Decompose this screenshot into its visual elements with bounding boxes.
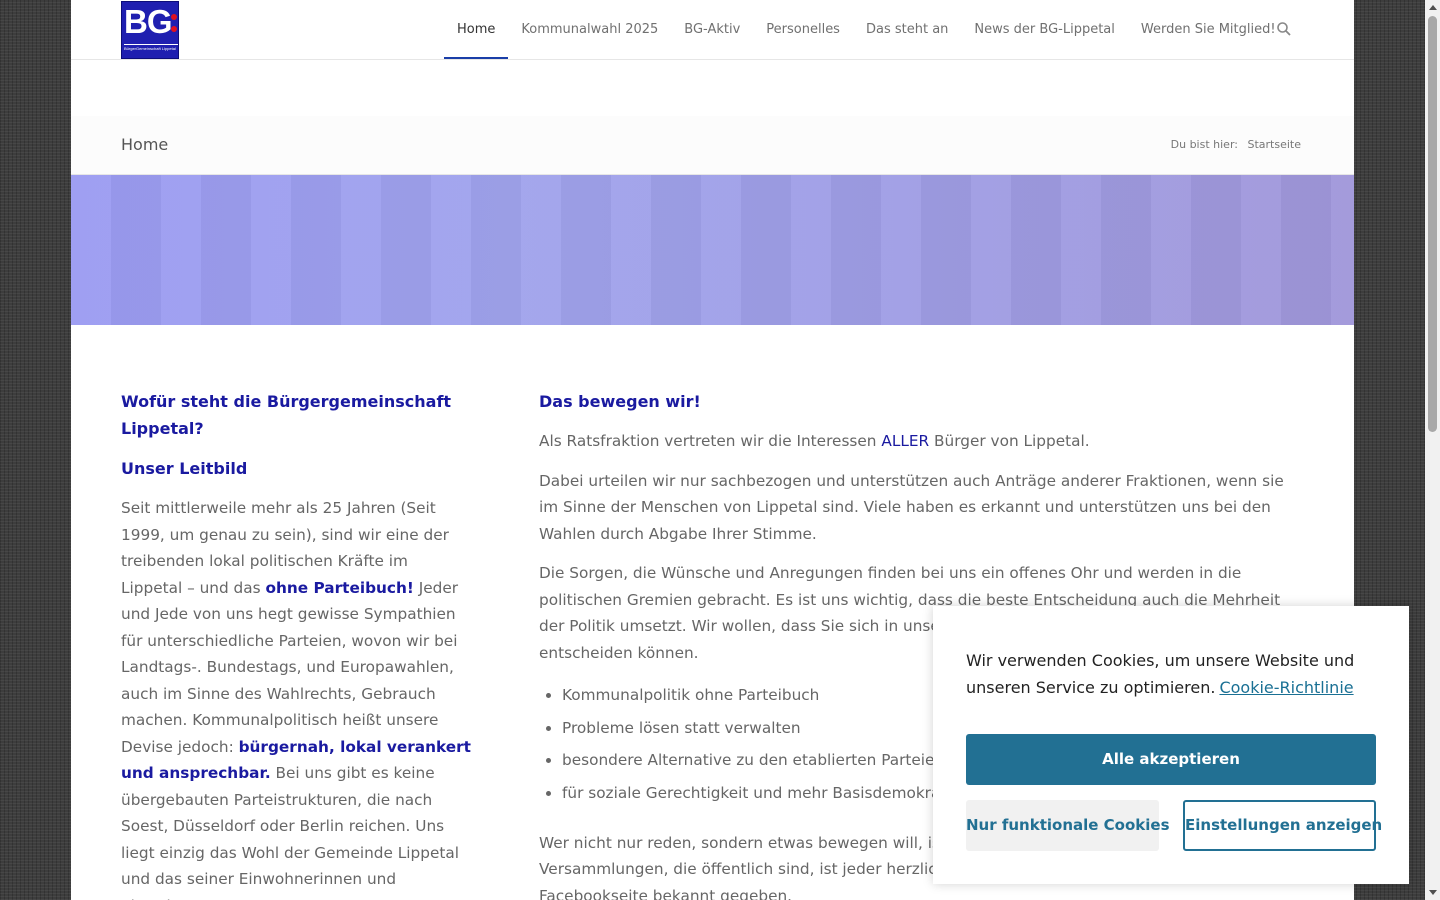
hero-banner [71, 175, 1354, 325]
accept-all-button[interactable]: Alle akzeptieren [966, 734, 1376, 785]
scroll-up-arrow-icon[interactable] [1429, 5, 1437, 10]
left-column: Wofür steht die Bürgergemeinschaft Lippe… [121, 388, 471, 900]
site-header: BG BürgerGemeinschaft Lippetal Home Komm… [71, 0, 1354, 117]
nav-item-mitglied[interactable]: Werden Sie Mitglied! [1128, 0, 1289, 59]
logo-dots [171, 14, 177, 34]
cookie-banner: Wir verwenden Cookies, um unsere Website… [933, 606, 1409, 884]
main-nav: Home Kommunalwahl 2025 BG-Aktiv Personel… [444, 0, 1289, 59]
highlight-parteibuch: ohne Parteibuch! [265, 578, 414, 597]
search-icon[interactable] [1276, 21, 1294, 39]
right-paragraph-2: Dabei urteilen wir nur sachbezogen und u… [539, 471, 1284, 543]
title-bar: Home Du bist hier: Startseite [71, 116, 1354, 175]
left-heading: Wofür steht die Bürgergemeinschaft Lippe… [121, 392, 452, 438]
page-scrollbar[interactable] [1425, 0, 1440, 900]
leitbild-heading: Unser Leitbild [121, 459, 248, 478]
header-top-bar: BG BürgerGemeinschaft Lippetal Home Komm… [71, 0, 1354, 60]
breadcrumb-link-home[interactable]: Startseite [1247, 138, 1301, 151]
right-heading: Das bewegen wir! [539, 392, 701, 411]
nav-item-das-steht-an[interactable]: Das steht an [853, 0, 961, 59]
nav-item-bg-aktiv[interactable]: BG-Aktiv [671, 0, 753, 59]
logo-subtitle: BürgerGemeinschaft Lippetal [124, 44, 178, 53]
scroll-down-arrow-icon[interactable] [1429, 890, 1437, 895]
functional-cookies-button[interactable]: Nur funktionale Cookies [966, 800, 1170, 851]
nav-item-news[interactable]: News der BG-Lippetal [961, 0, 1127, 59]
cookie-policy-link[interactable]: Cookie-Richtlinie [1219, 678, 1353, 697]
leitbild-text: Seit mittlerweile mehr als 25 Jahren (Se… [121, 499, 471, 900]
site-logo[interactable]: BG BürgerGemeinschaft Lippetal [121, 1, 179, 59]
highlight-aller: ALLER [881, 432, 930, 450]
page-title: Home [121, 135, 169, 154]
nav-item-kommunalwahl[interactable]: Kommunalwahl 2025 [508, 0, 671, 59]
logo-text: BG [124, 3, 172, 40]
right-paragraph-1: Als Ratsfraktion vertreten wir die Inter… [539, 432, 1090, 450]
breadcrumb-label: Du bist hier: [1170, 138, 1238, 151]
cookie-message: Wir verwenden Cookies, um unsere Website… [966, 651, 1355, 697]
show-settings-button[interactable]: Einstellungen anzeigen [1183, 800, 1382, 851]
breadcrumb: Du bist hier: Startseite [1171, 138, 1301, 151]
nav-item-home[interactable]: Home [444, 0, 509, 59]
nav-item-personelles[interactable]: Personelles [753, 0, 853, 59]
scrollbar-thumb[interactable] [1428, 16, 1437, 432]
